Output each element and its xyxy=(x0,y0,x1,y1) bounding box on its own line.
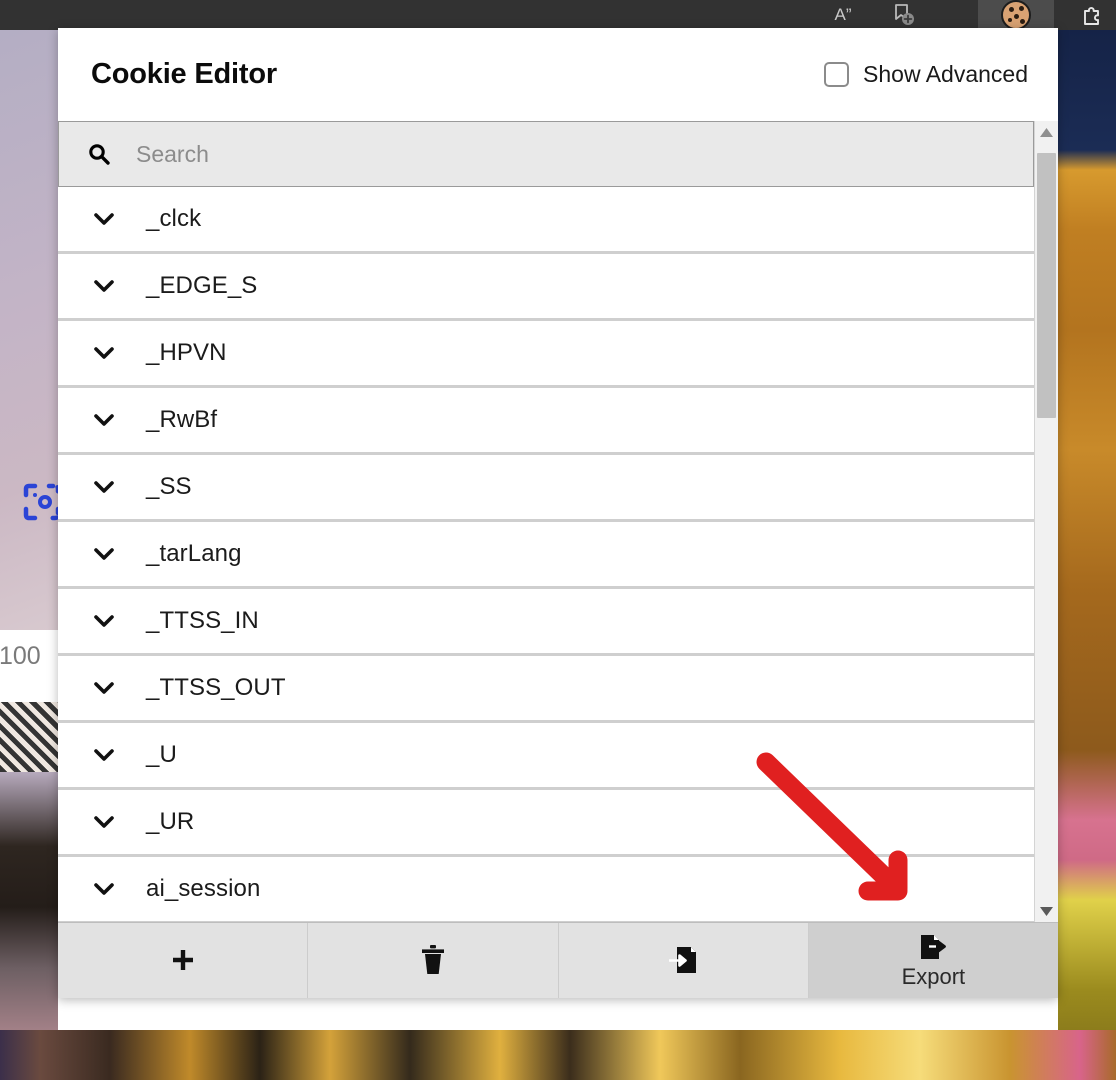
scrollbar-up-arrow[interactable] xyxy=(1035,121,1058,143)
chevron-down-icon xyxy=(94,548,114,560)
chevron-down-icon xyxy=(94,615,114,627)
cookie-name: _UR xyxy=(146,808,195,835)
triangle-up-icon xyxy=(1040,127,1053,137)
background-pattern-strip xyxy=(0,702,58,772)
cookie-name: _U xyxy=(146,741,177,768)
search-icon xyxy=(89,144,110,165)
search-input[interactable] xyxy=(136,140,941,168)
cookie-editor-popup: Cookie Editor Show Advanced _clck _EDGE_S… xyxy=(58,28,1058,998)
import-file-icon xyxy=(669,946,697,973)
chevron-down-icon xyxy=(94,816,114,828)
scrollbar-track[interactable] xyxy=(1035,143,1058,900)
popup-body: _clck _EDGE_S _HPVN _RwBf _SS _tarLang _TTSS_I… xyxy=(58,121,1058,922)
cookie-editor-extension-icon[interactable] xyxy=(978,0,1054,30)
read-aloud-glyph: A” xyxy=(834,5,852,24)
chevron-down-icon xyxy=(94,883,114,895)
cookie-name: _TTSS_IN xyxy=(146,607,259,634)
chevron-down-icon xyxy=(94,347,114,359)
show-advanced-toggle[interactable]: Show Advanced xyxy=(824,61,1028,88)
background-right-photo xyxy=(1058,30,1116,1080)
cookie-list-item[interactable]: _TTSS_OUT xyxy=(58,656,1034,723)
puzzle-glyph xyxy=(1084,7,1099,25)
chevron-down-icon xyxy=(94,749,114,761)
cookie-list-column: _clck _EDGE_S _HPVN _RwBf _SS _tarLang _TTSS_I… xyxy=(58,121,1034,922)
background-score-text: /100 xyxy=(0,642,41,670)
plus-icon xyxy=(172,949,193,970)
cookie-name: _tarLang xyxy=(146,540,242,567)
cookie-list-item[interactable]: _U xyxy=(58,723,1034,790)
scan-focus-icon xyxy=(23,483,61,521)
cookie-list-item[interactable]: _UR xyxy=(58,790,1034,857)
popup-footer-toolbar: Export xyxy=(58,922,1058,998)
cookie-name: _HPVN xyxy=(146,339,227,366)
cookie-list-item[interactable]: _TTSS_IN xyxy=(58,589,1034,656)
triangle-down-icon xyxy=(1040,906,1053,916)
chevron-down-icon xyxy=(94,414,114,426)
chevron-down-icon xyxy=(94,481,114,493)
cookie-list-item[interactable]: _SS xyxy=(58,455,1034,522)
export-label: Export xyxy=(901,963,966,989)
browser-toolbar: A” xyxy=(0,0,1116,30)
show-advanced-checkbox[interactable] xyxy=(824,62,850,87)
show-advanced-label: Show Advanced xyxy=(863,61,1028,87)
cookie-name: _clck xyxy=(146,205,202,232)
screen-root: /100 A” Cookie xyxy=(0,0,1116,1080)
cookie-name: _EDGE_S xyxy=(146,272,258,299)
cookie-name: ai_session xyxy=(146,875,261,902)
cookie-list-item[interactable]: _tarLang xyxy=(58,522,1034,589)
cookie-list-item[interactable]: _HPVN xyxy=(58,321,1034,388)
chevron-down-icon xyxy=(94,682,114,694)
page-title: Cookie Editor xyxy=(91,58,277,90)
delete-all-cookies-button[interactable] xyxy=(308,923,559,998)
popup-header: Cookie Editor Show Advanced xyxy=(58,28,1058,121)
cookie-list-item[interactable]: _EDGE_S xyxy=(58,254,1034,321)
scrollbar-thumb[interactable] xyxy=(1037,153,1056,418)
background-bottom-photo xyxy=(0,1030,1116,1080)
cookie-list-scrollbar[interactable] xyxy=(1034,121,1058,922)
chevron-down-icon xyxy=(94,280,114,292)
import-cookies-button[interactable] xyxy=(558,923,809,998)
export-cookies-button[interactable]: Export xyxy=(808,923,1058,998)
trash-icon xyxy=(421,944,444,974)
cookie-list[interactable]: _clck _EDGE_S _HPVN _RwBf _SS _tarLang _TTSS_I… xyxy=(58,187,1034,922)
cookie-glyph xyxy=(1001,0,1031,30)
cookie-name: _SS xyxy=(146,473,192,500)
cookie-list-item[interactable]: ai_session xyxy=(58,857,1034,922)
cookie-name: _TTSS_OUT xyxy=(146,674,286,701)
read-aloud-icon[interactable]: A” xyxy=(820,0,866,30)
chevron-down-icon xyxy=(94,213,114,225)
scrollbar-down-arrow[interactable] xyxy=(1035,900,1058,922)
collections-add-icon[interactable] xyxy=(880,0,926,30)
cookie-list-item[interactable]: _RwBf xyxy=(58,388,1034,455)
collections-add-glyph xyxy=(895,4,914,25)
cookie-list-item[interactable]: _clck xyxy=(58,187,1034,254)
export-file-icon xyxy=(921,934,947,959)
search-bar[interactable] xyxy=(58,121,1034,187)
background-hero-image xyxy=(0,30,58,630)
cookie-name: _RwBf xyxy=(146,406,218,433)
extensions-puzzle-icon[interactable] xyxy=(1072,0,1116,30)
add-cookie-button[interactable] xyxy=(58,923,309,998)
